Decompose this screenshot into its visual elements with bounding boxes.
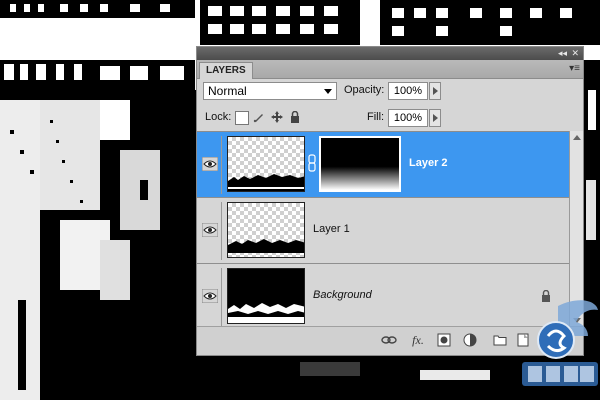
chevron-down-icon [324,89,332,94]
layer-name[interactable]: Layer 1 [313,223,350,235]
layer-thumbnail[interactable] [227,202,305,258]
lock-transparent-icon[interactable] [235,111,249,125]
adjustment-icon[interactable] [463,333,477,347]
link-icon[interactable] [308,154,316,172]
collapse-icon[interactable]: ◂◂ [558,47,567,60]
layer-thumbnail[interactable] [227,136,305,192]
lock-all-icon[interactable] [289,111,301,123]
fx-icon[interactable]: fx. [409,333,427,347]
eye-icon[interactable] [202,157,218,171]
mask-icon[interactable] [437,333,451,347]
link-layers-icon[interactable] [381,333,397,347]
eye-icon[interactable] [202,289,218,303]
layer-row-layer-1[interactable]: Layer 1 [197,198,569,264]
fill-stepper[interactable] [429,109,441,127]
watermark-logo [522,300,598,386]
layer-row-background[interactable]: Background [197,264,569,330]
layers-list: Layer 2 Layer 1 Background [197,131,569,330]
divider [221,268,222,326]
opacity-field[interactable]: 100% [388,82,428,100]
lock-label: Lock: [205,111,232,123]
blend-mode-select[interactable]: Normal [203,82,337,100]
opacity-label: Opacity: [344,84,385,96]
divider [221,136,222,194]
opacity-stepper[interactable] [429,82,441,100]
scroll-up-icon[interactable] [573,135,581,140]
layer-row-layer-2[interactable]: Layer 2 [197,132,569,198]
close-icon[interactable]: ✕ [571,47,579,60]
layer-thumbnail[interactable] [227,268,305,324]
lock-image-icon[interactable] [253,111,265,123]
panel-tab-row: LAYERS ▾≡ [197,60,583,79]
panel-menu-icon[interactable]: ▾≡ [569,63,580,75]
divider [221,202,222,260]
layer-name[interactable]: Layer 2 [409,157,448,169]
fill-field[interactable]: 100% [388,109,428,127]
eye-icon[interactable] [202,223,218,237]
folder-icon[interactable] [493,333,507,347]
panel-title-strip: ◂◂ ✕ [197,47,583,60]
lock-position-icon[interactable] [271,111,283,123]
layer-name[interactable]: Background [313,289,372,301]
blend-mode-value: Normal [208,84,247,98]
tab-layers[interactable]: LAYERS [199,62,253,79]
fill-label: Fill: [367,111,385,123]
layer-mask-thumbnail[interactable] [319,136,401,192]
